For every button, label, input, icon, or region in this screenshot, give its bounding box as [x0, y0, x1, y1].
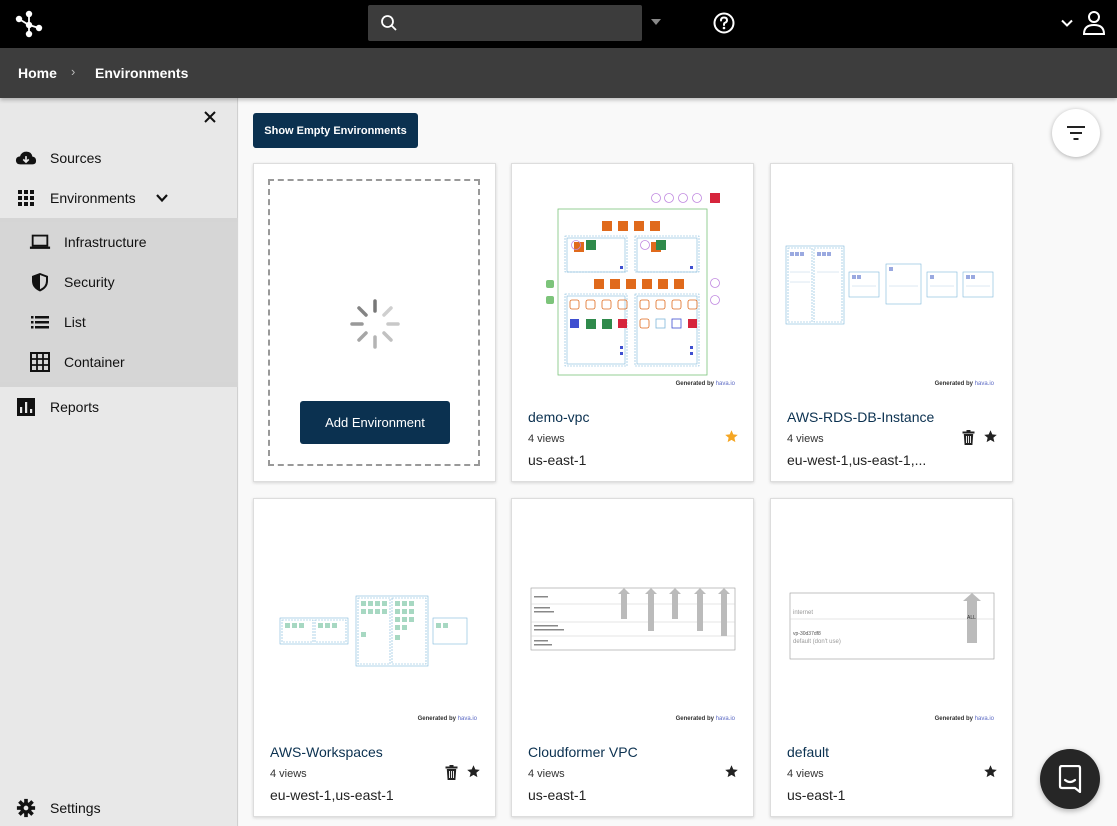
sidebar: Sources Environments Infrastructure Secu… — [0, 98, 238, 826]
generated-by-label: Generated by hava.io — [934, 381, 994, 387]
environment-region: us-east-1 — [787, 787, 846, 803]
star-icon[interactable] — [983, 764, 998, 779]
environment-views: 4 views — [787, 768, 824, 780]
star-icon[interactable] — [724, 764, 739, 779]
diagram-vpc-name: default (don't use) — [793, 639, 841, 645]
star-icon[interactable] — [466, 764, 481, 779]
sidebar-item-label: Sources — [50, 150, 102, 166]
sidebar-item-sources[interactable]: Sources — [0, 138, 238, 178]
sidebar-item-label: Reports — [50, 399, 100, 415]
add-environment-button[interactable]: Add Environment — [300, 401, 450, 444]
breadcrumb-home[interactable]: Home — [18, 65, 57, 81]
sidebar-item-list[interactable]: List — [0, 302, 238, 342]
chevron-down-icon[interactable] — [1060, 16, 1074, 30]
star-icon[interactable] — [724, 429, 739, 444]
show-empty-environments-button[interactable]: Show Empty Environments — [253, 113, 418, 148]
environment-diagram-thumbnail[interactable] — [266, 511, 484, 729]
filter-icon — [1067, 126, 1085, 140]
environment-region: us-east-1 — [528, 787, 587, 803]
generated-by-label: Generated by hava.io — [675, 716, 735, 722]
environment-card[interactable]: Generated by hava.io AWS-Workspaces 4 vi… — [253, 498, 496, 817]
generated-by-label: Generated by hava.io — [934, 716, 994, 722]
sidebar-item-label: Environments — [50, 190, 136, 206]
user-icon[interactable] — [1082, 10, 1106, 36]
sidebar-item-label: List — [64, 314, 86, 330]
sidebar-item-container[interactable]: Container — [0, 342, 238, 382]
environment-diagram-thumbnail[interactable] — [524, 176, 742, 394]
sidebar-item-security[interactable]: Security — [0, 262, 238, 302]
filter-button[interactable] — [1052, 109, 1100, 157]
search-input[interactable] — [408, 5, 636, 41]
environment-views: 4 views — [528, 433, 565, 445]
breadcrumb: Home › Environments — [0, 48, 1117, 98]
environment-title[interactable]: AWS-RDS-DB-Instance — [787, 409, 934, 425]
environment-title[interactable]: Cloudformer VPC — [528, 744, 638, 760]
search-icon — [381, 15, 397, 31]
sidebar-item-label: Settings — [50, 800, 101, 816]
top-bar — [0, 0, 1117, 48]
environment-card[interactable]: Generated by hava.io demo-vpc 4 views us… — [511, 163, 754, 482]
diagram-internet-label: internet — [793, 610, 813, 616]
sidebar-item-label: Security — [64, 274, 115, 290]
breadcrumb-separator: › — [71, 64, 76, 79]
chevron-down-icon[interactable] — [155, 192, 169, 204]
environment-views: 4 views — [787, 433, 824, 445]
sidebar-item-label: Infrastructure — [64, 234, 147, 250]
environment-views: 4 views — [270, 768, 307, 780]
laptop-icon — [29, 234, 51, 249]
sidebar-item-infrastructure[interactable]: Infrastructure — [0, 222, 238, 262]
sidebar-item-environments[interactable]: Environments — [0, 178, 238, 218]
environment-region: eu-west-1,us-east-1 — [270, 787, 394, 803]
environment-region: eu-west-1,us-east-1,... — [787, 452, 927, 468]
trash-icon[interactable] — [962, 430, 975, 445]
diagram-vpc-id: vp-30d37df8 — [793, 631, 821, 637]
environment-title[interactable]: default — [787, 744, 829, 760]
trash-icon[interactable] — [445, 765, 458, 780]
grid-icon — [18, 190, 34, 206]
generated-by-label: Generated by hava.io — [675, 381, 735, 387]
diagram-all-label: ALL — [967, 615, 976, 621]
search-box[interactable] — [368, 5, 642, 41]
environment-diagram-thumbnail[interactable] — [783, 176, 1001, 394]
breadcrumb-current: Environments — [95, 65, 189, 81]
main-content: Show Empty Environments Add Environment — [239, 98, 1117, 826]
gear-icon — [16, 798, 36, 818]
environment-card[interactable]: internet vp-30d37df8 default (don't use)… — [770, 498, 1013, 817]
search-dropdown-icon[interactable] — [651, 19, 661, 25]
cloud-download-icon — [15, 151, 37, 165]
environment-views: 4 views — [528, 768, 565, 780]
sidebar-item-settings[interactable]: Settings — [0, 788, 238, 826]
sidebar-item-reports[interactable]: Reports — [0, 387, 238, 427]
environment-card[interactable]: Generated by hava.io Cloudformer VPC 4 v… — [511, 498, 754, 817]
list-icon — [31, 316, 49, 329]
environment-diagram-thumbnail[interactable]: internet vp-30d37df8 default (don't use)… — [783, 511, 1001, 729]
add-environment-card: Add Environment — [253, 163, 496, 482]
logo-icon[interactable] — [14, 10, 44, 38]
environment-title[interactable]: demo-vpc — [528, 409, 589, 425]
close-icon[interactable] — [203, 110, 217, 124]
chat-icon — [1058, 765, 1082, 793]
chat-launcher-button[interactable] — [1040, 749, 1100, 809]
help-icon[interactable] — [713, 12, 735, 34]
environment-card[interactable]: Generated by hava.io AWS-RDS-DB-Instance… — [770, 163, 1013, 482]
table-icon — [30, 352, 50, 372]
shield-icon — [32, 273, 48, 292]
sidebar-item-label: Container — [64, 354, 125, 370]
environment-diagram-thumbnail[interactable] — [524, 511, 742, 729]
generated-by-label: Generated by hava.io — [417, 716, 477, 722]
bar-chart-icon — [17, 398, 35, 416]
environment-title[interactable]: AWS-Workspaces — [270, 744, 383, 760]
star-icon[interactable] — [983, 429, 998, 444]
environment-region: us-east-1 — [528, 452, 587, 468]
loading-spinner-icon — [350, 299, 400, 349]
